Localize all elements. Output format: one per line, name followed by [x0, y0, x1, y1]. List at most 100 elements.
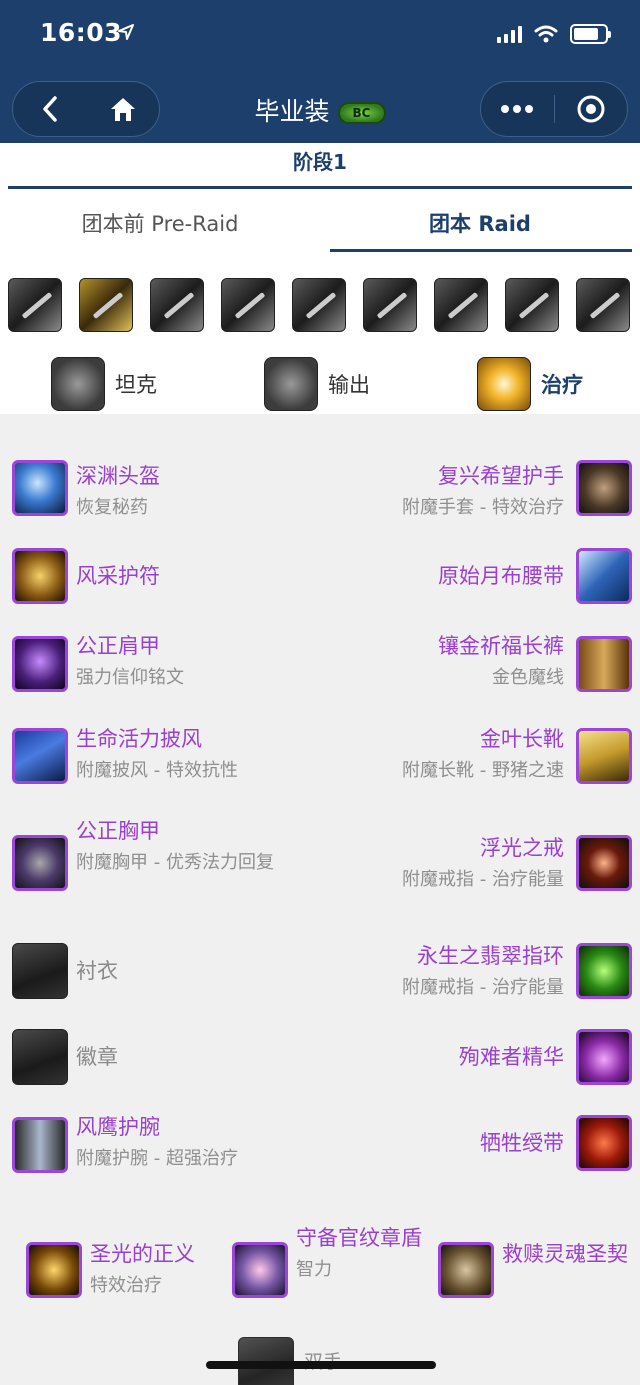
gear-enchant: 恢复秘药 [76, 497, 148, 518]
gear-item-main-hand[interactable]: 圣光的正义 特效治疗 [26, 1222, 232, 1302]
cellular-signal-icon [497, 25, 522, 43]
mace-icon [26, 1242, 82, 1298]
cloak-icon [12, 728, 68, 784]
gear-name: 公正胸甲 [76, 819, 160, 843]
sash-icon [576, 1115, 632, 1171]
more-dots-icon [501, 105, 534, 113]
gear-enchant: 附魔戒指 - 治疗能量 [402, 977, 564, 998]
ring-icon [576, 835, 632, 891]
gear-item-wrist[interactable]: 风鹰护腕附魔护腕 - 超强治疗 [12, 1111, 302, 1175]
gear-name: 徽章 [76, 1045, 118, 1069]
gear-item-hands[interactable]: 复兴希望护手附魔手套 - 特效治疗 [332, 460, 632, 524]
target-circle-icon [577, 95, 605, 123]
shirt-icon [12, 943, 68, 999]
gear-enchant: 附魔披风 - 特效抗性 [76, 760, 238, 781]
bc-logo-badge: BC [337, 102, 386, 124]
wifi-icon [534, 25, 558, 43]
gear-item-shoulder[interactable]: 公正肩甲强力信仰铭文 [12, 630, 302, 694]
gear-item-trinket2[interactable]: 牺牲绶带 [332, 1115, 632, 1171]
role-tank[interactable]: 坦克 [51, 357, 157, 411]
pants-icon [576, 636, 632, 692]
gear-item-head[interactable]: 深渊头盔 恢复秘药 [12, 460, 302, 524]
tabard-icon [12, 1029, 68, 1085]
libram-icon [438, 1242, 494, 1298]
shoulder-armor-icon [12, 636, 68, 692]
gear-item-ring1[interactable]: 浮光之戒附魔戒指 - 治疗能量 [332, 832, 632, 896]
gear-enchant: 附魔胸甲 - 优秀法力回复 [76, 852, 274, 873]
hammer-icon [264, 357, 318, 411]
class-selector [8, 278, 630, 332]
gear-enchant: 特效治疗 [90, 1275, 162, 1296]
battery-icon [570, 24, 611, 44]
helmet-icon [12, 460, 68, 516]
gear-name: 风鹰护腕 [76, 1115, 160, 1139]
role-dps-label: 输出 [328, 373, 370, 397]
gear-item-shirt[interactable]: 衬衣 [12, 943, 302, 999]
role-healer[interactable]: 治疗 [477, 357, 583, 411]
gear-name: 牺牲绶带 [480, 1131, 564, 1155]
gear-name: 金叶长靴 [480, 727, 564, 751]
tab-pre-raid[interactable]: 团本前 Pre-Raid [10, 208, 310, 238]
shield-icon [51, 357, 105, 411]
home-indicator[interactable] [206, 1361, 436, 1369]
gear-name: 生命活力披风 [76, 727, 202, 751]
gear-item-tabard[interactable]: 徽章 [12, 1029, 302, 1085]
gear-item-neck[interactable]: 风采护符 [12, 548, 302, 604]
warrior-icon[interactable] [8, 278, 62, 332]
gear-enchant: 附魔手套 - 特效治疗 [402, 497, 564, 518]
ring-icon [576, 943, 632, 999]
gear-item-feet[interactable]: 金叶长靴附魔长靴 - 野猪之速 [332, 723, 632, 787]
phase-divider [8, 186, 632, 189]
gear-item-trinket1[interactable]: 殉难者精华 [332, 1029, 632, 1085]
gear-name: 衬衣 [76, 959, 118, 983]
boots-icon [576, 728, 632, 784]
status-icons [497, 24, 611, 44]
priest-icon[interactable] [292, 278, 346, 332]
amulet-icon [12, 548, 68, 604]
bracer-icon [12, 1117, 68, 1173]
gear-name: 圣光的正义 [90, 1242, 195, 1266]
gear-enchant: 智力 [296, 1259, 332, 1280]
gear-item-ring2[interactable]: 永生之翡翠指环附魔戒指 - 治疗能量 [332, 940, 632, 1004]
phase-label: 阶段1 [293, 150, 347, 174]
gear-name: 公正肩甲 [76, 634, 160, 658]
belt-icon [576, 548, 632, 604]
druid-icon[interactable] [576, 278, 630, 332]
gear-enchant: 附魔护腕 - 超强治疗 [76, 1148, 238, 1169]
gear-name: 救赎灵魂圣契 [502, 1242, 628, 1266]
shield-item-icon [232, 1242, 288, 1298]
gear-name: 守备官纹章盾 [296, 1226, 422, 1250]
mage-icon[interactable] [434, 278, 488, 332]
gear-name: 浮光之戒 [480, 836, 564, 860]
gear-name: 永生之翡翠指环 [417, 944, 564, 968]
shaman-icon[interactable] [363, 278, 417, 332]
top-bar: 16:03 毕业装 BC [0, 0, 640, 143]
warlock-icon[interactable] [505, 278, 559, 332]
role-dps[interactable]: 输出 [264, 357, 370, 411]
paladin-icon[interactable] [79, 278, 133, 332]
nav-right-capsule [480, 81, 628, 137]
gear-enchant: 强力信仰铭文 [76, 667, 184, 688]
gear-item-legs[interactable]: 镶金祈福长裤 金色魔线 [332, 630, 632, 694]
gear-enchant: 金色魔线 [492, 667, 564, 688]
gear-name: 复兴希望护手 [438, 464, 564, 488]
chest-armor-icon [12, 835, 68, 891]
hunter-icon[interactable] [150, 278, 204, 332]
gear-item-relic[interactable]: 救赎灵魂圣契 [438, 1222, 640, 1302]
gear-item-back[interactable]: 生命活力披风附魔披风 - 特效抗性 [12, 723, 302, 787]
gear-item-waist[interactable]: 原始月布腰带 [332, 548, 632, 604]
tab-raid[interactable]: 团本 Raid [330, 208, 630, 238]
more-button[interactable] [481, 82, 554, 136]
close-miniprogram-button[interactable] [555, 82, 628, 136]
weapon-slots: 圣光的正义特效治疗 守备官纹章盾 智力 救赎灵魂圣契 [26, 1222, 640, 1302]
gear-item-off-hand[interactable]: 守备官纹章盾 智力 [232, 1222, 438, 1302]
gloves-icon [576, 460, 632, 516]
status-time: 16:03 [40, 18, 123, 47]
rogue-icon[interactable] [221, 278, 275, 332]
gear-name: 原始月布腰带 [438, 564, 564, 588]
gear-name: 风采护符 [76, 564, 160, 588]
gear-item-chest[interactable]: 公正胸甲附魔胸甲 - 优秀法力回复 [12, 815, 302, 891]
gear-enchant: 附魔长靴 - 野猪之速 [402, 760, 564, 781]
gear-name: 殉难者精华 [459, 1045, 564, 1069]
gear-enchant: 附魔戒指 - 治疗能量 [402, 869, 564, 890]
